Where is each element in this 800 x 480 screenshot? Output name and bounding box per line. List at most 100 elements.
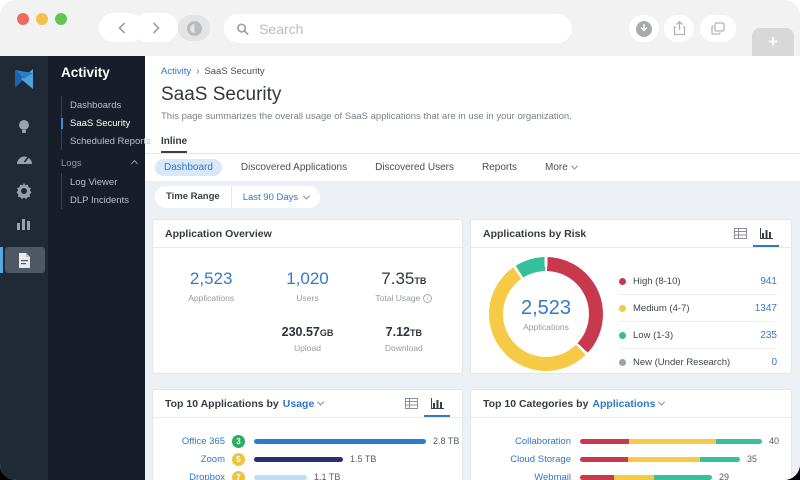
usage-dropdown[interactable]: Usage	[283, 398, 325, 410]
top-categories-card: Top 10 Categories by Applications Collab…	[470, 389, 792, 480]
sidebar-group-logs[interactable]: Logs	[61, 158, 139, 169]
tab-inline[interactable]: Inline	[161, 136, 188, 153]
risk-donut-chart[interactable]: 2,523 Applications	[489, 257, 603, 371]
legend-value[interactable]: 1347	[755, 303, 777, 314]
search-icon	[237, 22, 249, 35]
app-link[interactable]: Office 365	[165, 436, 225, 447]
breadcrumb: Activity › SaaS Security	[145, 56, 800, 77]
stat-applications: 2,523 Applications	[163, 269, 259, 303]
sidebar-item-log-viewer[interactable]: Log Viewer	[70, 173, 145, 191]
dashboard-tabs: Dashboard Discovered Applications Discov…	[145, 154, 800, 182]
panel-title: Activity	[61, 65, 110, 80]
legend-value[interactable]: 941	[760, 276, 777, 287]
usage-bar[interactable]	[254, 474, 307, 480]
tab-discovered-applications[interactable]: Discovered Applications	[232, 159, 356, 176]
legend-dot-icon	[619, 331, 626, 339]
legend-value[interactable]: 235	[760, 330, 777, 341]
overview-stats: 2,523 Applications 1,020 Users 7.35TB To…	[153, 248, 462, 303]
applications-dropdown[interactable]: Applications	[592, 398, 666, 410]
legend-label: New (Under Research)	[633, 357, 731, 368]
tabs-overview-button[interactable]	[700, 15, 736, 42]
sidebar-item-analytics[interactable]	[0, 211, 48, 234]
activity-submenu: Activity Dashboards SaaS Security Schedu…	[48, 56, 151, 480]
nav-rail	[0, 56, 48, 480]
chart-icon	[430, 398, 444, 409]
usage-value: 1.5 TB	[350, 454, 377, 464]
usage-bar[interactable]	[254, 438, 426, 444]
page-description: This page summarizes the overall usage o…	[161, 111, 572, 122]
stat-upload: 230.57GB Upload	[259, 325, 355, 353]
search-input[interactable]	[257, 19, 560, 38]
stat-applications-value[interactable]: 2,523	[163, 269, 259, 289]
forward-button[interactable]	[133, 13, 178, 42]
app-link[interactable]: Zoom	[165, 454, 225, 465]
legend-value[interactable]: 0	[771, 357, 777, 368]
application-overview-card: Application Overview 2,523 Applications …	[152, 219, 463, 374]
applications-by-risk-card: Applications by Risk 2,523 Applications …	[470, 219, 792, 374]
stat-applications-label: Applications	[188, 293, 235, 303]
chart-view-button[interactable]	[424, 390, 450, 417]
info-icon[interactable]: i	[423, 293, 433, 303]
chart-icon	[759, 228, 773, 239]
downloads-button[interactable]	[629, 15, 659, 42]
stacked-bar[interactable]	[580, 474, 712, 480]
app-bar-row: Dropbox 7 1.1 TB	[165, 468, 450, 480]
sidebar-item-insights[interactable]	[0, 115, 48, 138]
share-button[interactable]	[664, 15, 694, 42]
chart-view-button[interactable]	[753, 220, 779, 247]
overview-substats: 230.57GB Upload 7.12TB Download	[153, 303, 462, 353]
sidebar-item-settings[interactable]	[0, 179, 48, 202]
netskope-logo[interactable]	[12, 67, 37, 97]
category-count: 29	[719, 472, 730, 480]
stat-download: 7.12TB Download	[356, 325, 452, 353]
table-view-button[interactable]	[727, 220, 753, 247]
download-icon	[636, 20, 652, 37]
bar-segment	[654, 474, 712, 480]
category-link[interactable]: Webmail	[483, 472, 571, 480]
shield-extension-button[interactable]	[178, 15, 210, 41]
sidebar-item-skope-it[interactable]	[0, 147, 48, 170]
risk-score-badge: 5	[232, 452, 245, 466]
bar-chart-icon	[17, 218, 30, 230]
time-range-select[interactable]: Last 90 Days	[232, 192, 320, 203]
sidebar-item-dashboards[interactable]: Dashboards	[70, 96, 145, 114]
time-range-filter: Time Range Last 90 Days	[155, 186, 321, 208]
sidebar-item-scheduled-reports[interactable]: Scheduled Reports	[70, 132, 151, 150]
close-window-button[interactable]	[17, 13, 29, 25]
chevron-up-icon	[130, 159, 139, 168]
top-apps-chart: Office 365 3 2.8 TB Zoom 5 1.5 TB Dropbox 7 1.1 …	[153, 418, 462, 480]
maximize-window-button[interactable]	[55, 13, 67, 25]
breadcrumb-activity[interactable]: Activity	[161, 66, 191, 77]
category-link[interactable]: Cloud Storage	[483, 454, 571, 465]
stacked-bar[interactable]	[580, 438, 762, 444]
legend-label: High (8-10)	[633, 275, 681, 287]
tab-dashboard[interactable]: Dashboard	[155, 159, 222, 176]
chevron-right-icon	[152, 21, 160, 34]
tab-discovered-users[interactable]: Discovered Users	[366, 159, 463, 176]
sidebar-item-saas-security[interactable]: SaaS Security	[61, 114, 145, 132]
chevron-down-icon	[658, 398, 666, 406]
donut-total-value[interactable]: 2,523	[521, 297, 571, 320]
category-bar-row: Webmail 29	[483, 468, 779, 480]
bar-segment	[716, 438, 762, 444]
category-link[interactable]: Collaboration	[483, 436, 571, 447]
activity-menu-group: Dashboards SaaS Security Scheduled Repor…	[61, 96, 151, 150]
category-count: 35	[747, 454, 758, 464]
table-view-button[interactable]	[398, 390, 424, 417]
new-tab-button[interactable]: +	[752, 28, 794, 56]
tab-reports[interactable]: Reports	[473, 159, 526, 176]
minimize-window-button[interactable]	[36, 13, 48, 25]
stat-users-value[interactable]: 1,020	[259, 269, 355, 289]
tab-more[interactable]: More	[536, 159, 586, 176]
category-count: 40	[769, 436, 780, 446]
risk-legend: High (8-10) 941 Medium (4-7) 1347 Low (1-3) 2…	[619, 268, 777, 373]
sidebar-item-activity-active[interactable]	[0, 247, 48, 273]
stacked-bar[interactable]	[580, 456, 740, 462]
sidebar-item-dlp-incidents[interactable]: DLP Incidents	[70, 191, 145, 209]
legend-dot-icon	[619, 304, 626, 312]
usage-value: 1.1 TB	[314, 472, 341, 480]
top-applications-card: Top 10 Applications by Usage Office 365 …	[152, 389, 463, 480]
app-link[interactable]: Dropbox	[165, 472, 225, 480]
usage-bar[interactable]	[254, 456, 343, 462]
address-search-bar[interactable]	[224, 14, 572, 43]
